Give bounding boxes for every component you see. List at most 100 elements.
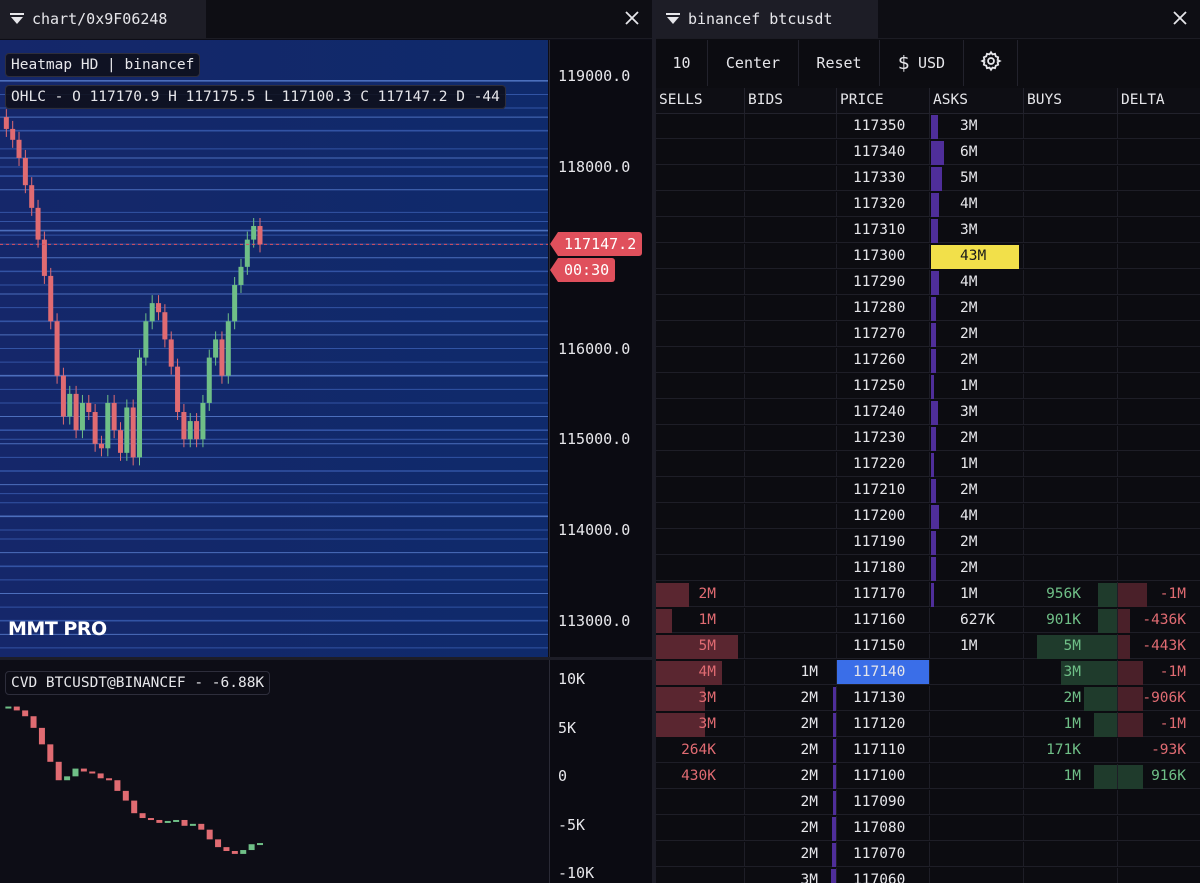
- cell-asks[interactable]: 1M: [929, 634, 1023, 659]
- cell-asks[interactable]: [929, 712, 1023, 737]
- cell-price[interactable]: 117120: [836, 712, 929, 737]
- cell-delta[interactable]: [1117, 270, 1200, 295]
- cell-buys[interactable]: [1023, 296, 1117, 321]
- cell-sells[interactable]: [656, 530, 744, 555]
- cell-delta[interactable]: [1117, 842, 1200, 867]
- cell-delta[interactable]: [1117, 166, 1200, 191]
- ladder-row[interactable]: 2M 117080: [656, 816, 1200, 842]
- cell-price[interactable]: 117060: [836, 868, 929, 883]
- cell-asks[interactable]: 2M: [929, 296, 1023, 321]
- cell-buys[interactable]: [1023, 504, 1117, 529]
- cell-bids[interactable]: [744, 452, 836, 477]
- currency-button[interactable]: $ USD: [880, 40, 964, 86]
- cell-asks[interactable]: 1M: [929, 582, 1023, 607]
- cell-asks[interactable]: [929, 790, 1023, 815]
- cell-price[interactable]: 117350: [836, 114, 929, 139]
- cell-asks[interactable]: 1M: [929, 452, 1023, 477]
- cell-buys[interactable]: [1023, 816, 1117, 841]
- ladder-row[interactable]: 117310 3M: [656, 218, 1200, 244]
- ladder-row[interactable]: 117340 6M: [656, 140, 1200, 166]
- cell-sells[interactable]: [656, 816, 744, 841]
- cell-price[interactable]: 117190: [836, 530, 929, 555]
- cell-buys[interactable]: [1023, 270, 1117, 295]
- cell-bids[interactable]: [744, 478, 836, 503]
- ladder-row[interactable]: 117280 2M: [656, 296, 1200, 322]
- cell-delta[interactable]: [1117, 244, 1200, 269]
- cell-bids[interactable]: 2M: [744, 712, 836, 737]
- settings-button[interactable]: [964, 40, 1018, 86]
- cell-price[interactable]: 117300: [836, 244, 929, 269]
- cell-asks[interactable]: 3M: [929, 114, 1023, 139]
- cell-buys[interactable]: [1023, 530, 1117, 555]
- cell-bids[interactable]: [744, 348, 836, 373]
- cell-buys[interactable]: 2M: [1023, 686, 1117, 711]
- cell-buys[interactable]: [1023, 790, 1117, 815]
- cell-delta[interactable]: [1117, 114, 1200, 139]
- cell-price[interactable]: 117250: [836, 374, 929, 399]
- cell-sells[interactable]: 2M: [656, 582, 744, 607]
- orderbook-tab[interactable]: binancef btcusdt: [656, 0, 878, 38]
- cell-buys[interactable]: 171K: [1023, 738, 1117, 763]
- cell-buys[interactable]: 901K: [1023, 608, 1117, 633]
- cell-buys[interactable]: [1023, 140, 1117, 165]
- column-header-asks[interactable]: ASKS: [929, 88, 1023, 113]
- cell-sells[interactable]: [656, 452, 744, 477]
- cell-bids[interactable]: 2M: [744, 764, 836, 789]
- cell-delta[interactable]: [1117, 400, 1200, 425]
- cell-sells[interactable]: 264K: [656, 738, 744, 763]
- ladder-row[interactable]: 430K 2M 117100 1M 916K: [656, 764, 1200, 790]
- cell-buys[interactable]: [1023, 400, 1117, 425]
- cell-price[interactable]: 117130: [836, 686, 929, 711]
- center-button[interactable]: Center: [708, 40, 799, 86]
- cell-price[interactable]: 117110: [836, 738, 929, 763]
- cell-price[interactable]: 117330: [836, 166, 929, 191]
- cell-sells[interactable]: 4M: [656, 660, 744, 685]
- cell-delta[interactable]: [1117, 556, 1200, 581]
- cell-bids[interactable]: [744, 530, 836, 555]
- ladder-row[interactable]: 1M 117160 627K 901K -436K: [656, 608, 1200, 634]
- cell-buys[interactable]: [1023, 868, 1117, 883]
- cell-bids[interactable]: 2M: [744, 816, 836, 841]
- cell-price[interactable]: 117100: [836, 764, 929, 789]
- cell-bids[interactable]: 2M: [744, 686, 836, 711]
- close-icon[interactable]: [1168, 6, 1192, 30]
- cell-delta[interactable]: [1117, 504, 1200, 529]
- cell-delta[interactable]: [1117, 192, 1200, 217]
- cell-buys[interactable]: [1023, 478, 1117, 503]
- cell-asks[interactable]: 5M: [929, 166, 1023, 191]
- cell-sells[interactable]: [656, 244, 744, 269]
- cell-price[interactable]: 117140: [836, 660, 929, 685]
- cell-bids[interactable]: [744, 426, 836, 451]
- cell-buys[interactable]: 956K: [1023, 582, 1117, 607]
- cell-price[interactable]: 117220: [836, 452, 929, 477]
- ladder-row[interactable]: 117180 2M: [656, 556, 1200, 582]
- cell-bids[interactable]: 2M: [744, 842, 836, 867]
- cell-asks[interactable]: [929, 816, 1023, 841]
- cell-bids[interactable]: [744, 608, 836, 633]
- cell-price[interactable]: 117260: [836, 348, 929, 373]
- cell-bids[interactable]: [744, 140, 836, 165]
- cell-asks[interactable]: 3M: [929, 400, 1023, 425]
- ladder-row[interactable]: 5M 117150 1M 5M -443K: [656, 634, 1200, 660]
- cell-price[interactable]: 117150: [836, 634, 929, 659]
- ladder-body[interactable]: 117350 3M 117340 6M 117330 5M 117320 4M 117310 3M…: [656, 114, 1200, 883]
- cell-bids[interactable]: [744, 556, 836, 581]
- cell-sells[interactable]: [656, 348, 744, 373]
- cell-delta[interactable]: -1M: [1117, 660, 1200, 685]
- ladder-row[interactable]: 117200 4M: [656, 504, 1200, 530]
- cell-delta[interactable]: 916K: [1117, 764, 1200, 789]
- cell-bids[interactable]: [744, 634, 836, 659]
- cell-delta[interactable]: [1117, 478, 1200, 503]
- cell-bids[interactable]: [744, 374, 836, 399]
- cell-asks[interactable]: 43M: [929, 244, 1023, 269]
- cell-asks[interactable]: [929, 764, 1023, 789]
- ladder-row[interactable]: 3M 2M 117130 2M -906K: [656, 686, 1200, 712]
- cell-asks[interactable]: 627K: [929, 608, 1023, 633]
- column-header-sells[interactable]: SELLS: [656, 88, 744, 113]
- cell-delta[interactable]: -906K: [1117, 686, 1200, 711]
- cell-sells[interactable]: [656, 218, 744, 243]
- cell-asks[interactable]: [929, 868, 1023, 883]
- cell-asks[interactable]: 4M: [929, 504, 1023, 529]
- cell-sells[interactable]: 3M: [656, 712, 744, 737]
- cell-buys[interactable]: [1023, 192, 1117, 217]
